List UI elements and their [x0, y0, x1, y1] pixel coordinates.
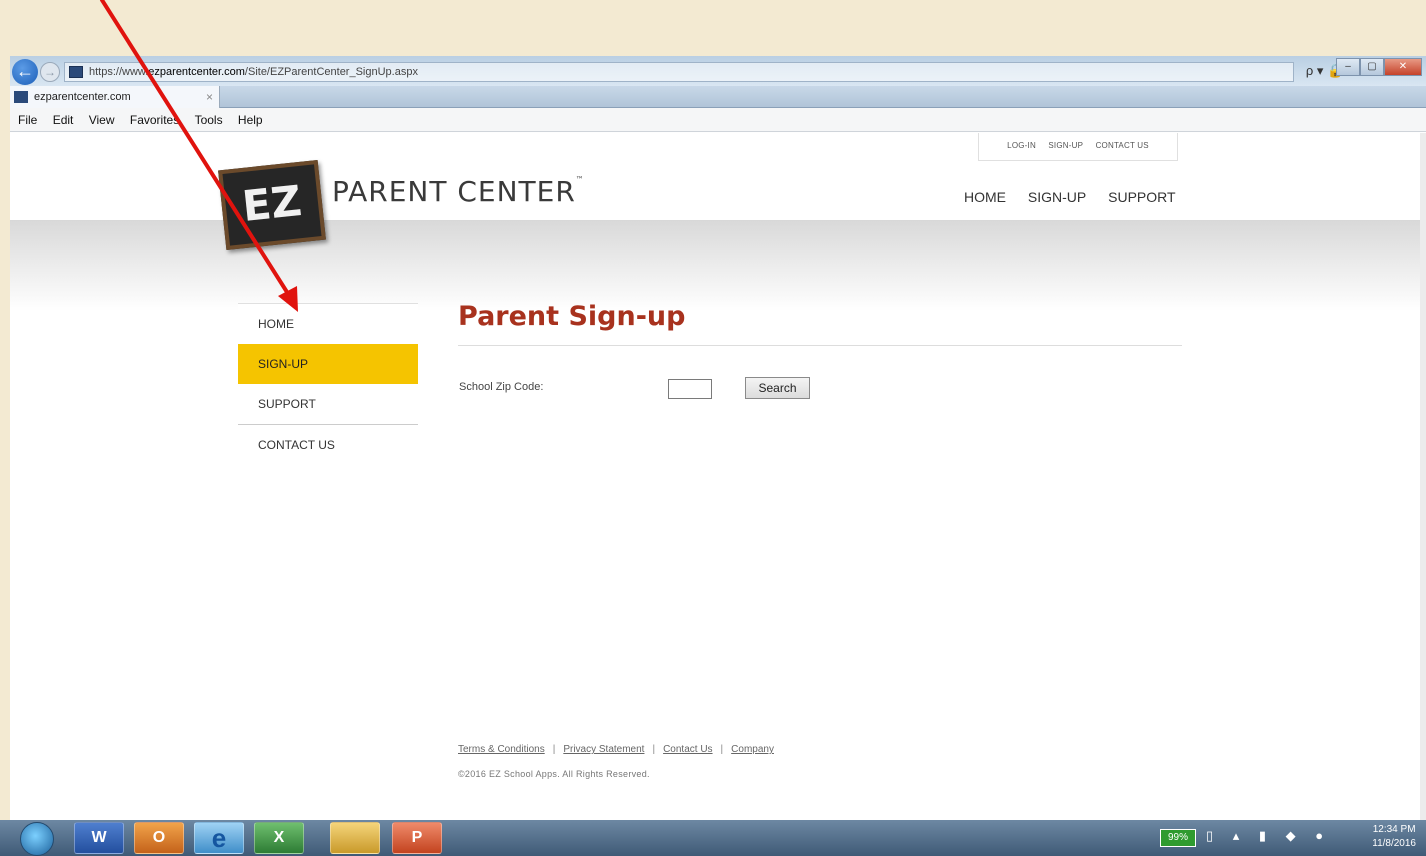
zip-code-label: School Zip Code:	[459, 381, 544, 393]
sidebar-item-home[interactable]: HOME	[238, 304, 418, 344]
taskbar-excel-button[interactable]: X	[254, 822, 304, 854]
minimize-button[interactable]: –	[1336, 58, 1360, 76]
window-controls: – ▢ ✕	[1336, 56, 1422, 76]
arrow-left-icon: ←	[16, 61, 34, 81]
clock-time: 12:34 PM	[1372, 824, 1416, 835]
footer-terms-link[interactable]: Terms & Conditions	[458, 744, 545, 755]
taskbar: W O e X P 99% ▯ ▴ ▮ ◆ ● 12:34 PM 11/8/20…	[0, 820, 1426, 856]
tab-favicon-icon	[14, 91, 28, 103]
clock[interactable]: 12:34 PM 11/8/2016	[1372, 823, 1416, 851]
brand-name: PARENT CENTER™	[332, 175, 585, 208]
menu-edit[interactable]: Edit	[53, 113, 74, 127]
taskbar-word-button[interactable]: W	[74, 822, 124, 854]
back-button[interactable]: ←	[12, 59, 38, 85]
footer-links: Terms & Conditions | Privacy Statement | Con…	[458, 744, 774, 755]
close-window-button[interactable]: ✕	[1384, 58, 1422, 76]
footer-contact-link[interactable]: Contact Us	[663, 744, 712, 755]
utility-signup-link[interactable]: SIGN-UP	[1048, 141, 1083, 150]
brand-text: PARENT CENTER	[332, 175, 576, 208]
tab-bar: ezparentcenter.com ×	[10, 86, 1426, 108]
footer-privacy-link[interactable]: Privacy Statement	[563, 744, 644, 755]
sidebar: HOME SIGN-UP SUPPORT CONTACT US	[238, 303, 418, 464]
url-domain: ezparentcenter.com	[148, 66, 245, 78]
menu-help[interactable]: Help	[238, 113, 263, 127]
arrow-right-icon: →	[44, 65, 56, 79]
footer-separator: |	[720, 744, 724, 755]
clock-date: 11/8/2016	[1372, 838, 1416, 849]
taskbar-ie-button[interactable]: e	[194, 822, 244, 854]
trademark: ™	[575, 175, 585, 184]
title-divider	[458, 345, 1182, 346]
taskbar-explorer-button[interactable]	[330, 822, 380, 854]
nav-signup[interactable]: SIGN-UP	[1028, 189, 1086, 205]
taskbar-powerpoint-button[interactable]: P	[392, 822, 442, 854]
menu-favorites[interactable]: Favorites	[130, 113, 179, 127]
nav-support[interactable]: SUPPORT	[1108, 189, 1175, 205]
scrollbar[interactable]	[1420, 133, 1426, 820]
copyright: ©2016 EZ School Apps. All Rights Reserve…	[458, 769, 650, 779]
menu-bar: File Edit View Favorites Tools Help	[10, 108, 1426, 132]
site-favicon-icon	[69, 66, 83, 78]
system-tray: 99% ▯ ▴ ▮ ◆ ● 12:34 PM 11/8/2016	[1156, 820, 1426, 856]
forward-button[interactable]: →	[40, 62, 60, 82]
taskbar-outlook-button[interactable]: O	[134, 822, 184, 854]
nav-home[interactable]: HOME	[964, 189, 1006, 205]
menu-file[interactable]: File	[18, 113, 37, 127]
browser-title-bar: ← → https://www.ezparentcenter.com/Site/…	[10, 56, 1426, 99]
footer-separator: |	[652, 744, 656, 755]
tab-close-icon[interactable]: ×	[206, 86, 213, 108]
ez-logo[interactable]: EZ	[218, 159, 326, 251]
menu-view[interactable]: View	[89, 113, 115, 127]
url-prefix: https://www.	[89, 66, 149, 78]
maximize-button[interactable]: ▢	[1360, 58, 1384, 76]
browser-window: ← → https://www.ezparentcenter.com/Site/…	[10, 56, 1426, 820]
sidebar-item-signup[interactable]: SIGN-UP	[238, 344, 418, 384]
footer-separator: |	[552, 744, 556, 755]
web-page: LOG-IN SIGN-UP CONTACT US EZ PARENT CENT…	[10, 133, 1426, 820]
utility-login-link[interactable]: LOG-IN	[1007, 141, 1036, 150]
page-title: Parent Sign-up	[458, 301, 686, 332]
sidebar-item-support[interactable]: SUPPORT	[238, 384, 418, 424]
address-bar[interactable]: https://www.ezparentcenter.com/Site/EZPa…	[64, 62, 1294, 82]
sidebar-item-contact[interactable]: CONTACT US	[238, 424, 418, 464]
main-nav: HOME SIGN-UP SUPPORT	[964, 189, 1194, 205]
tray-icons[interactable]: ▯ ▴ ▮ ◆ ●	[1206, 828, 1331, 844]
footer-company-link[interactable]: Company	[731, 744, 774, 755]
header-gradient	[10, 221, 1426, 311]
search-button[interactable]: Search	[745, 377, 810, 399]
utility-nav: LOG-IN SIGN-UP CONTACT US	[978, 133, 1178, 161]
url-path: /Site/EZParentCenter_SignUp.aspx	[244, 66, 418, 78]
menu-tools[interactable]: Tools	[195, 113, 223, 127]
browser-tab[interactable]: ezparentcenter.com ×	[10, 86, 220, 108]
zip-code-input[interactable]	[668, 379, 712, 399]
battery-indicator[interactable]: 99%	[1160, 829, 1196, 847]
utility-contact-link[interactable]: CONTACT US	[1096, 141, 1149, 150]
start-button[interactable]	[20, 822, 54, 856]
tab-title: ezparentcenter.com	[34, 91, 131, 103]
